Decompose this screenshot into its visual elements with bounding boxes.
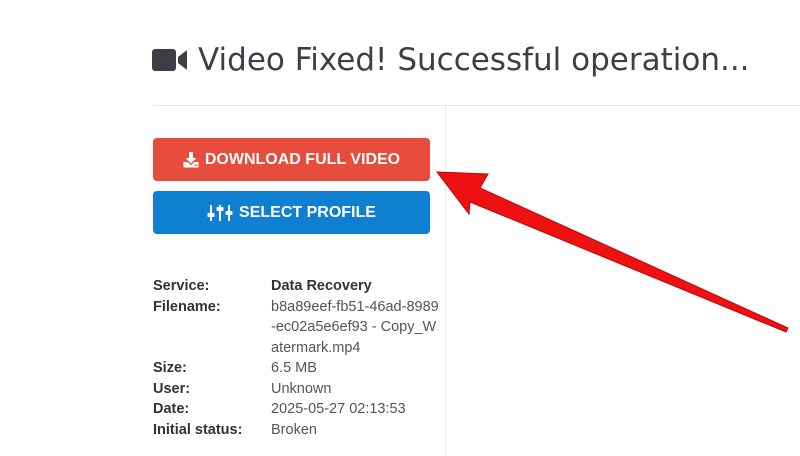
column-divider xyxy=(445,106,446,456)
page-title-text: Video Fixed! Successful operation... xyxy=(198,42,750,78)
download-icon xyxy=(183,151,199,168)
download-button-label: DOWNLOAD FULL VIDEO xyxy=(204,150,401,168)
header-divider xyxy=(153,105,800,106)
select-profile-button-label: SELECT PROFILE xyxy=(239,203,376,221)
service-label: Service: xyxy=(153,278,210,294)
size-value: 6.5 MB xyxy=(271,360,317,376)
download-full-video-button[interactable]: DOWNLOAD FULL VIDEO xyxy=(153,138,430,181)
detail-row-service: Service: Data Recovery xyxy=(153,276,441,297)
detail-row-filename: Filename: b8a89eef-fb51-46ad-8989-ec02a5… xyxy=(153,297,441,359)
service-value: Data Recovery xyxy=(271,278,372,294)
detail-row-size: Size: 6.5 MB xyxy=(153,358,441,379)
filename-label: Filename: xyxy=(153,298,221,315)
user-label: User: xyxy=(153,380,191,397)
page-title: Video Fixed! Successful operation... xyxy=(152,38,750,82)
sliders-icon xyxy=(207,204,233,222)
detail-row-date: Date: 2025-05-27 02:13:53 xyxy=(153,399,441,420)
select-profile-button[interactable]: SELECT PROFILE xyxy=(153,191,430,234)
page: Video Fixed! Successful operation... DOW… xyxy=(0,0,800,456)
date-label: Date: xyxy=(153,401,190,417)
user-value: Unknown xyxy=(271,380,332,397)
size-label: Size: xyxy=(153,360,187,376)
initial-status-label: Initial status: xyxy=(153,421,243,438)
detail-row-initial-status: Initial status: Broken xyxy=(153,420,441,441)
detail-row-user: User: Unknown xyxy=(153,379,441,400)
filename-value: b8a89eef-fb51-46ad-8989-ec02a5e6ef93 - C… xyxy=(271,298,439,356)
annotation-arrow-shape xyxy=(435,171,789,333)
video-camera-icon xyxy=(152,47,188,73)
date-value: 2025-05-27 02:13:53 xyxy=(271,401,406,417)
file-details: Service: Data Recovery Filename: b8a89ee… xyxy=(153,276,441,440)
initial-status-value: Broken xyxy=(271,421,317,438)
